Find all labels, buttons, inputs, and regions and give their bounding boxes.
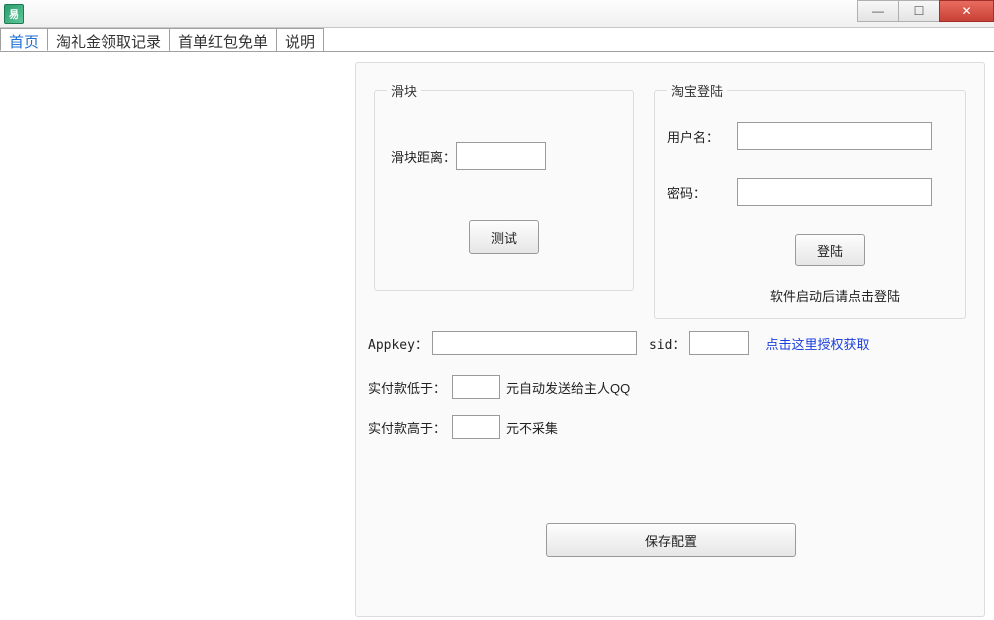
high-row: 实付款高于： 元不采集 bbox=[368, 415, 558, 439]
save-row: 保存配置 bbox=[546, 523, 796, 557]
pay-low-prefix: 实付款低于： bbox=[368, 378, 446, 397]
pay-high-prefix: 实付款高于： bbox=[368, 418, 446, 437]
tab-free[interactable]: 首单红包免单 bbox=[169, 28, 277, 51]
low-row: 实付款低于： 元自动发送给主人QQ bbox=[368, 375, 630, 399]
auth-link[interactable]: 点击这里授权获取 bbox=[765, 334, 869, 353]
test-button[interactable]: 测试 bbox=[469, 220, 539, 254]
pay-high-suffix: 元不采集 bbox=[506, 418, 558, 437]
appkey-label: Appkey： bbox=[368, 334, 428, 353]
content: 滑块 滑块距离： 测试 淘宝登陆 用户名： 密码： bbox=[0, 52, 994, 620]
sid-label: sid： bbox=[649, 334, 685, 353]
pay-high-input[interactable] bbox=[452, 415, 500, 439]
password-label: 密码： bbox=[667, 183, 737, 202]
tab-help[interactable]: 说明 bbox=[276, 28, 324, 51]
slider-group: 滑块 滑块距离： 测试 bbox=[374, 81, 634, 291]
close-button[interactable]: ✕ bbox=[939, 0, 994, 22]
save-button[interactable]: 保存配置 bbox=[546, 523, 796, 557]
login-legend: 淘宝登陆 bbox=[667, 81, 727, 100]
login-hint: 软件启动后请点击登陆 bbox=[717, 286, 953, 305]
login-group: 淘宝登陆 用户名： 密码： 登陆 软件启动后请点击登陆 bbox=[654, 81, 966, 319]
minimize-button[interactable]: — bbox=[857, 0, 899, 22]
maximize-button[interactable]: ☐ bbox=[898, 0, 940, 22]
slider-distance-input[interactable] bbox=[456, 142, 546, 170]
main-panel: 滑块 滑块距离： 测试 淘宝登陆 用户名： 密码： bbox=[355, 62, 985, 617]
password-input[interactable] bbox=[737, 178, 932, 206]
sid-input[interactable] bbox=[689, 331, 749, 355]
pay-low-suffix: 元自动发送给主人QQ bbox=[506, 378, 630, 397]
slider-legend: 滑块 bbox=[387, 81, 421, 100]
tab-record[interactable]: 淘礼金领取记录 bbox=[47, 28, 170, 51]
login-button[interactable]: 登陆 bbox=[795, 234, 865, 266]
slider-distance-label: 滑块距离： bbox=[391, 147, 456, 166]
appkey-row: Appkey： sid： 点击这里授权获取 bbox=[368, 331, 869, 355]
window-controls: — ☐ ✕ bbox=[858, 0, 994, 22]
username-input[interactable] bbox=[737, 122, 932, 150]
titlebar: 易 — ☐ ✕ bbox=[0, 0, 994, 28]
tab-home[interactable]: 首页 bbox=[0, 28, 48, 51]
username-label: 用户名： bbox=[667, 127, 737, 146]
pay-low-input[interactable] bbox=[452, 375, 500, 399]
tabs: 首页 淘礼金领取记录 首单红包免单 说明 bbox=[0, 28, 994, 52]
appkey-input[interactable] bbox=[432, 331, 637, 355]
app-icon: 易 bbox=[4, 4, 24, 24]
